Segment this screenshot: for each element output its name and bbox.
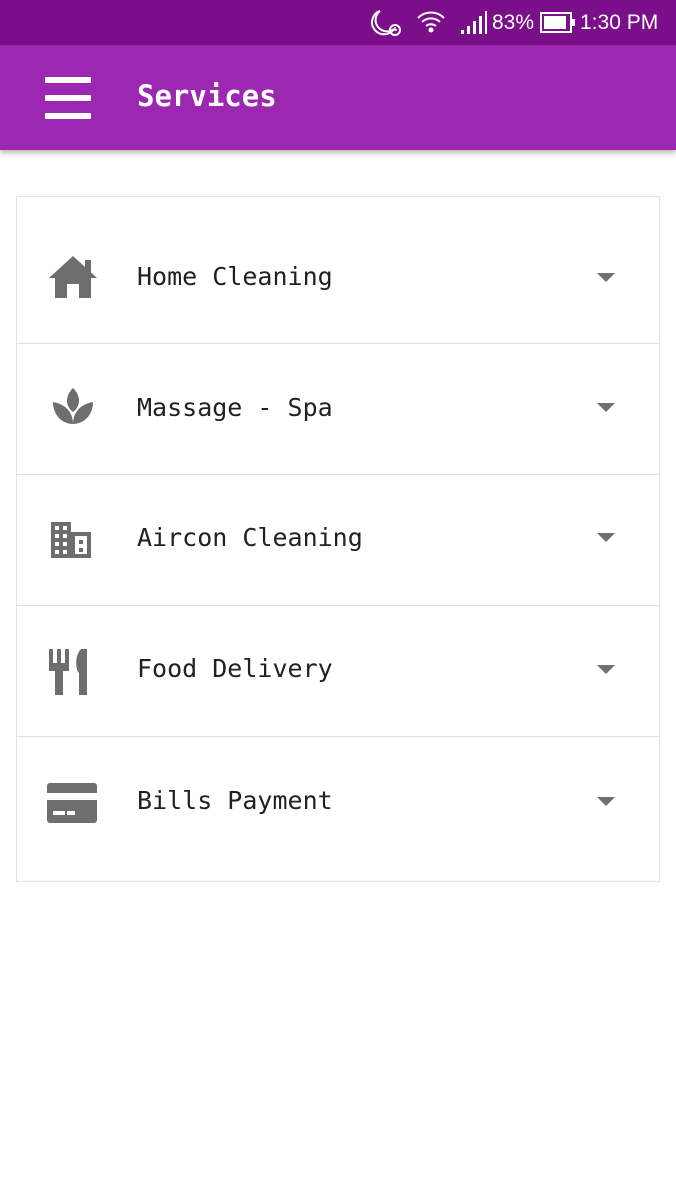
credit-card-icon (45, 777, 101, 827)
service-item-food-delivery[interactable]: Food Delivery (17, 606, 659, 737)
spa-icon (45, 382, 101, 432)
chevron-down-icon (597, 533, 615, 542)
battery-percent: 83% (492, 11, 535, 34)
page-title: Services (137, 79, 277, 113)
building-icon (45, 514, 101, 564)
service-label: Home Cleaning (137, 262, 333, 291)
chevron-down-icon (597, 797, 615, 806)
chevron-down-icon (597, 273, 615, 282)
wifi-icon (416, 8, 446, 38)
service-label: Bills Payment (137, 786, 333, 815)
hamburger-menu-icon[interactable] (42, 75, 94, 121)
home-icon (45, 252, 101, 302)
moon-alarm-icon (368, 8, 404, 38)
services-list: Home Cleaning Massage - Spa Aircon Clean… (16, 196, 660, 882)
service-label: Food Delivery (137, 654, 333, 683)
chevron-down-icon (597, 403, 615, 412)
service-item-massage-spa[interactable]: Massage - Spa (17, 344, 659, 475)
status-bar: 83% 1:30 PM (0, 0, 676, 45)
app-bar: Services (0, 45, 676, 150)
service-item-aircon-cleaning[interactable]: Aircon Cleaning (17, 475, 659, 606)
service-label: Aircon Cleaning (137, 523, 363, 552)
battery-icon (539, 8, 577, 38)
service-item-bills-payment[interactable]: Bills Payment (17, 737, 659, 881)
signal-icon (458, 8, 488, 38)
service-item-home-cleaning[interactable]: Home Cleaning (17, 197, 659, 344)
status-time: 1:30 PM (580, 11, 659, 34)
chevron-down-icon (597, 665, 615, 674)
service-label: Massage - Spa (137, 393, 333, 422)
restaurant-icon (45, 647, 101, 697)
